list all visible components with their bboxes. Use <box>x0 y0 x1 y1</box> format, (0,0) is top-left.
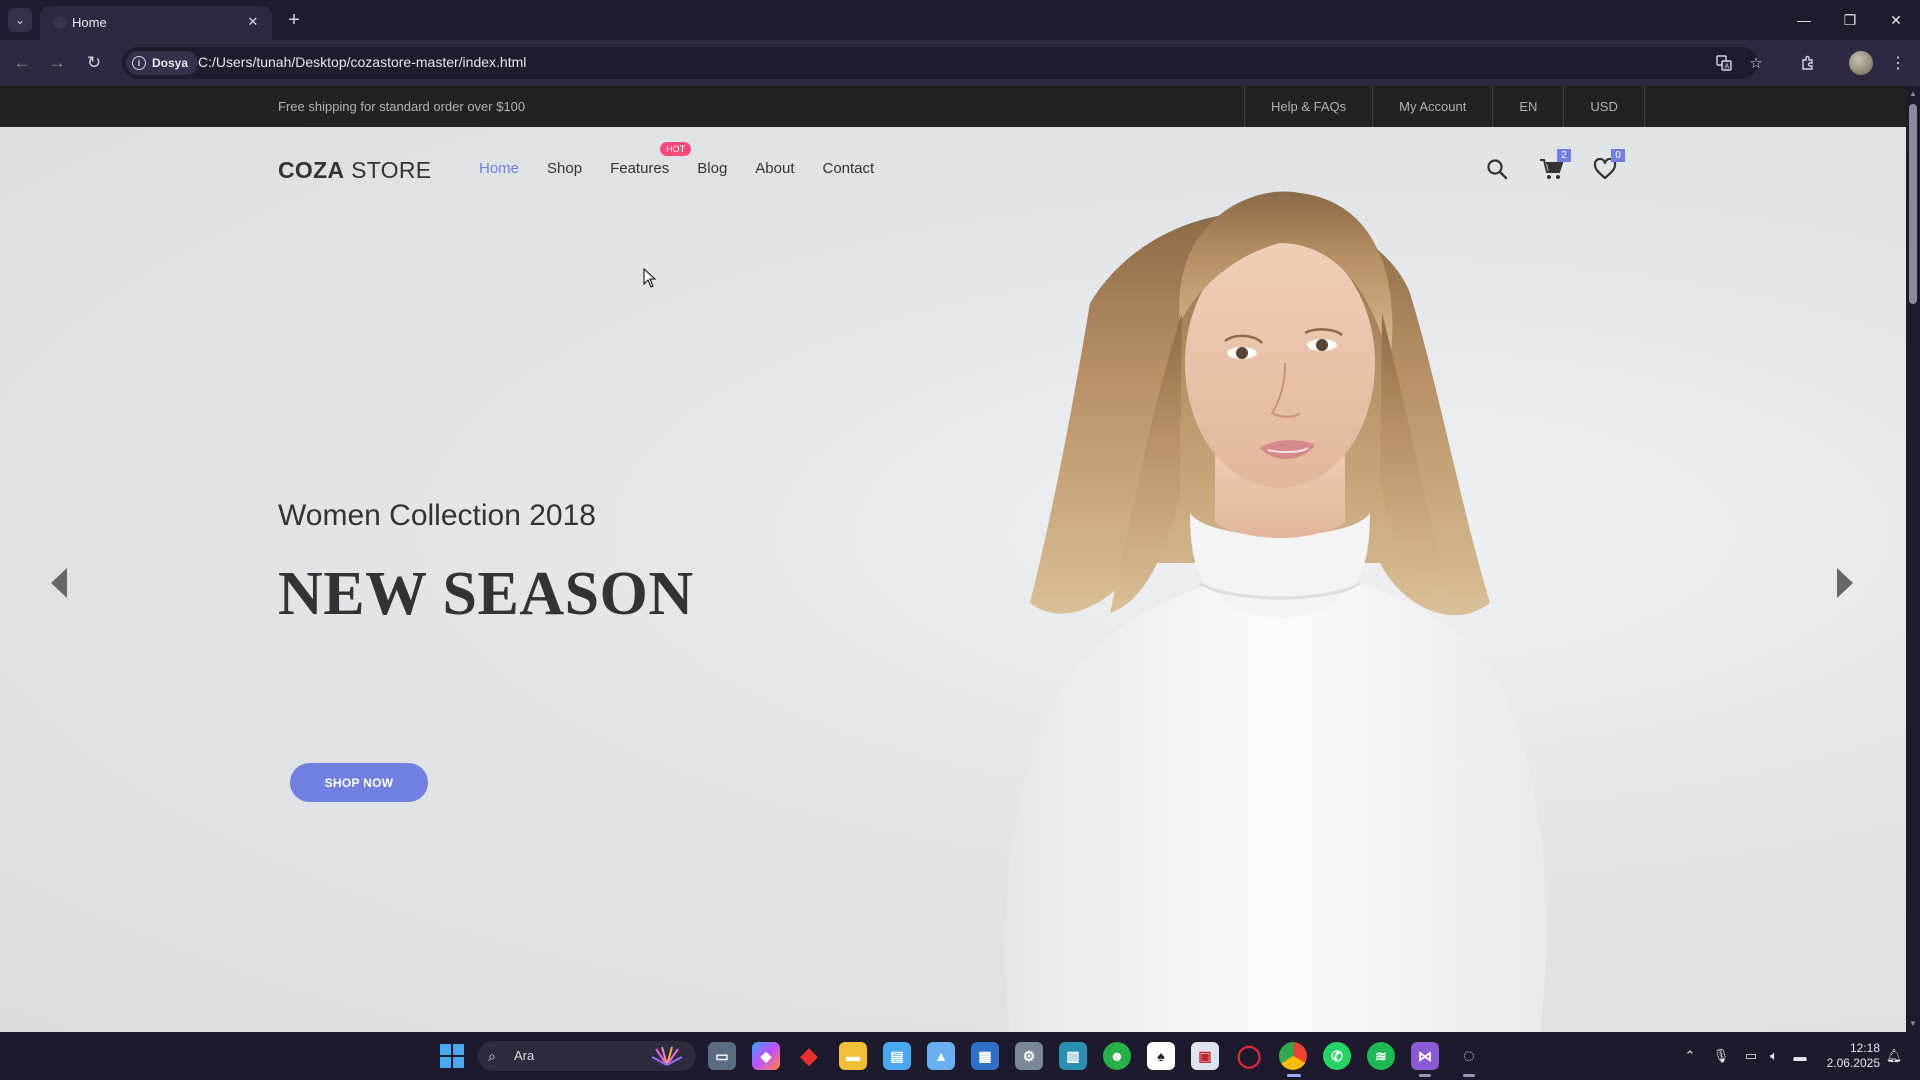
scroll-down-icon[interactable]: ▼ <box>1909 1020 1917 1028</box>
page-viewport: Free shipping for standard order over $1… <box>0 86 1906 1032</box>
browser-toolbar: ← → ↻ i Dosya C:/Users/tunah/Desktop/coz… <box>0 40 1920 86</box>
nav-features-wrap: Features HOT <box>610 142 692 177</box>
mouse-cursor-icon <box>643 268 657 288</box>
prev-slide-arrow-icon[interactable] <box>46 563 72 603</box>
search-icon[interactable] <box>1483 155 1511 183</box>
notification-icon[interactable]: 🔔︎ <box>1884 1046 1904 1066</box>
site-logo[interactable]: COZA STORE <box>278 157 431 184</box>
cart-button[interactable]: 2 <box>1537 149 1571 183</box>
clock-date: 2.06.2025 <box>1826 1056 1880 1070</box>
profile-avatar[interactable] <box>1849 51 1873 75</box>
windows-start-icon[interactable] <box>440 1044 464 1068</box>
site-topbar: Free shipping for standard order over $1… <box>0 86 1906 127</box>
more-icon[interactable]: ⋮ <box>1884 49 1912 77</box>
nav-shop[interactable]: Shop <box>547 160 582 177</box>
cart-count-badge: 2 <box>1557 149 1571 162</box>
taskbar-search[interactable]: ⌕ Ara <box>478 1041 696 1071</box>
app-blue-window-icon[interactable]: ▤ <box>883 1042 911 1070</box>
nav-features[interactable]: Features <box>610 160 669 177</box>
tab-favicon-icon <box>54 17 66 29</box>
active-app-indicator <box>1287 1074 1301 1077</box>
hero-slider: COZA STORE Home Shop Features HOT Blog A… <box>0 127 1906 1032</box>
photos-icon[interactable]: ▲ <box>927 1042 955 1070</box>
reload-icon[interactable]: ↻ <box>80 49 108 77</box>
nav-home[interactable]: Home <box>479 160 519 177</box>
address-bar[interactable]: i Dosya C:/Users/tunah/Desktop/cozastore… <box>122 47 1763 79</box>
extensions-icon[interactable] <box>1794 49 1822 77</box>
battery-icon[interactable]: ▬ <box>1790 1046 1810 1066</box>
nav-about[interactable]: About <box>755 160 794 177</box>
nav-contact[interactable]: Contact <box>823 160 875 177</box>
settings-icon[interactable]: ⚙ <box>1015 1042 1043 1070</box>
logo-light: STORE <box>351 157 432 183</box>
star-icon[interactable]: ☆ <box>1744 51 1768 75</box>
app-teal-icon[interactable]: ▥ <box>1059 1042 1087 1070</box>
system-clock[interactable]: 12:18 2.06.2025 <box>1818 1041 1880 1071</box>
my-account-link[interactable]: My Account <box>1373 86 1494 127</box>
windows-taskbar: ⌕ Ara ▭ ◆ ◆ ▬ ▤ ▲ ▦ ⚙ ▥ ☻ ♠ ▣ ◯ ✆ ≋ ⋈ ◌ … <box>0 1032 1920 1080</box>
minimize-icon[interactable]: — <box>1786 6 1822 34</box>
file-explorer-icon[interactable]: ▬ <box>839 1042 867 1070</box>
app-cards-icon[interactable]: ♠ <box>1147 1042 1175 1070</box>
opera-icon[interactable]: ◯ <box>1235 1042 1263 1070</box>
search-icon: ⌕ <box>488 1048 496 1064</box>
network-icon[interactable]: ▭ <box>1741 1046 1761 1066</box>
shipping-notice: Free shipping for standard order over $1… <box>278 99 526 114</box>
scrollbar-thumb[interactable] <box>1909 104 1917 304</box>
spotify-icon[interactable]: ≋ <box>1367 1042 1395 1070</box>
search-highlight-icon <box>651 1046 683 1066</box>
help-faqs-link[interactable]: Help & FAQs <box>1245 86 1374 127</box>
close-icon[interactable]: ✕ <box>244 13 262 31</box>
logo-bold: COZA <box>278 157 345 183</box>
open-app-indicator <box>1419 1074 1431 1077</box>
translate-icon[interactable]: A <box>1712 51 1736 75</box>
app-loading-icon[interactable]: ◌ <box>1455 1042 1483 1070</box>
scroll-up-icon[interactable]: ▲ <box>1909 90 1917 98</box>
wishlist-button[interactable]: 0 <box>1591 149 1625 183</box>
whatsapp-icon[interactable]: ✆ <box>1323 1042 1351 1070</box>
chrome-icon[interactable] <box>1279 1042 1307 1070</box>
taskbar-search-label: Ara <box>514 1048 535 1063</box>
plus-icon[interactable]: + <box>282 8 306 32</box>
wishlist-count-badge: 0 <box>1611 149 1625 162</box>
tab-list-icon[interactable]: ⌄ <box>8 8 32 32</box>
info-icon: i <box>132 56 146 70</box>
close-window-icon[interactable]: ✕ <box>1878 6 1914 34</box>
topbar-links: Help & FAQs My Account EN USD <box>1244 86 1645 127</box>
app-green-face-icon[interactable]: ☻ <box>1103 1042 1131 1070</box>
open-app-indicator <box>1463 1074 1475 1077</box>
hot-badge: HOT <box>660 142 692 156</box>
browser-tab[interactable]: Home ✕ <box>40 6 272 40</box>
page-scrollbar[interactable]: ▲ ▼ <box>1906 86 1920 1032</box>
clock-time: 12:18 <box>1849 1041 1880 1055</box>
language-link[interactable]: EN <box>1493 86 1565 127</box>
copilot-icon[interactable]: ◆ <box>752 1042 780 1070</box>
svg-text:A: A <box>1725 63 1730 71</box>
shop-now-button[interactable]: SHOP NOW <box>290 763 428 802</box>
restore-icon[interactable]: ❐ <box>1832 6 1868 34</box>
url-text: C:/Users/tunah/Desktop/cozastore-master/… <box>198 54 527 70</box>
hero-subtitle: Women Collection 2018 <box>278 499 596 532</box>
browser-tab-bar: ⌄ Home ✕ + — ❐ ✕ <box>0 0 1920 40</box>
task-view-icon[interactable]: ▭ <box>708 1042 736 1070</box>
nav-blog[interactable]: Blog <box>697 160 727 177</box>
hero-headline: NEW SEASON <box>278 560 694 628</box>
back-icon[interactable]: ← <box>8 49 36 77</box>
forward-icon[interactable]: → <box>43 49 71 77</box>
app-document-icon[interactable]: ▣ <box>1191 1042 1219 1070</box>
microphone-icon[interactable]: 🎙︎ <box>1711 1046 1731 1066</box>
volume-icon[interactable]: 🔈︎ <box>1764 1046 1784 1066</box>
visual-studio-icon[interactable]: ⋈ <box>1411 1042 1439 1070</box>
next-slide-arrow-icon[interactable] <box>1832 563 1858 603</box>
microsoft-store-icon[interactable]: ▦ <box>971 1042 999 1070</box>
app-red-diamond-icon[interactable]: ◆ <box>795 1042 823 1070</box>
currency-link[interactable]: USD <box>1564 86 1645 127</box>
chevron-up-icon[interactable]: ⌃ <box>1680 1046 1700 1066</box>
tab-title: Home <box>72 15 107 30</box>
site-info-chip[interactable]: i Dosya <box>126 51 199 75</box>
main-nav: Home Shop Features HOT Blog About Contac… <box>479 142 902 177</box>
site-chip-label: Dosya <box>152 56 189 70</box>
hero-model-image <box>1004 191 1547 1032</box>
